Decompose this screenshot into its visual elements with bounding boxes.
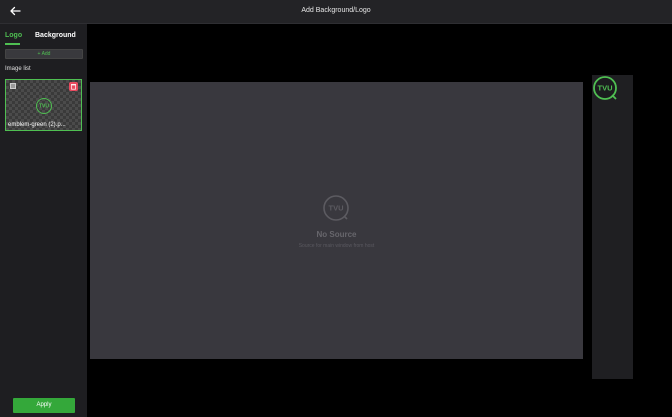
- delete-icon[interactable]: [69, 82, 78, 91]
- apply-button[interactable]: Apply: [13, 398, 75, 413]
- svg-text:TVU: TVU: [598, 84, 613, 93]
- no-source-subtitle: Source for main window from host: [298, 243, 375, 249]
- tab-active-indicator: [5, 43, 20, 45]
- no-source-title: No Source: [316, 230, 357, 239]
- tvu-overlay-logo-icon[interactable]: TVU: [592, 75, 618, 101]
- add-image-button[interactable]: + Add: [5, 49, 83, 59]
- tvu-logo-icon: TVU: [36, 98, 52, 114]
- svg-text:TVU: TVU: [39, 104, 49, 110]
- logo-overlay-panel: TVU: [592, 75, 633, 379]
- tab-background[interactable]: Background: [35, 32, 76, 39]
- sidebar: Logo Background + Add Image list TVU emb…: [0, 24, 87, 417]
- image-list-label: Image list: [5, 66, 31, 72]
- svg-text:TVU: TVU: [329, 204, 344, 213]
- image-filename: emblem-green (2).p...: [8, 122, 66, 128]
- top-bar: Add Background/Logo: [0, 0, 672, 24]
- page-title: Add Background/Logo: [301, 7, 371, 14]
- no-source-logo-icon: TVU: [323, 195, 349, 221]
- preview-canvas: TVU No Source Source for main window fro…: [90, 82, 583, 359]
- tab-logo[interactable]: Logo: [5, 32, 22, 39]
- image-select-checkbox[interactable]: [10, 83, 16, 89]
- image-thumbnail[interactable]: TVU emblem-green (2).p...: [5, 79, 82, 131]
